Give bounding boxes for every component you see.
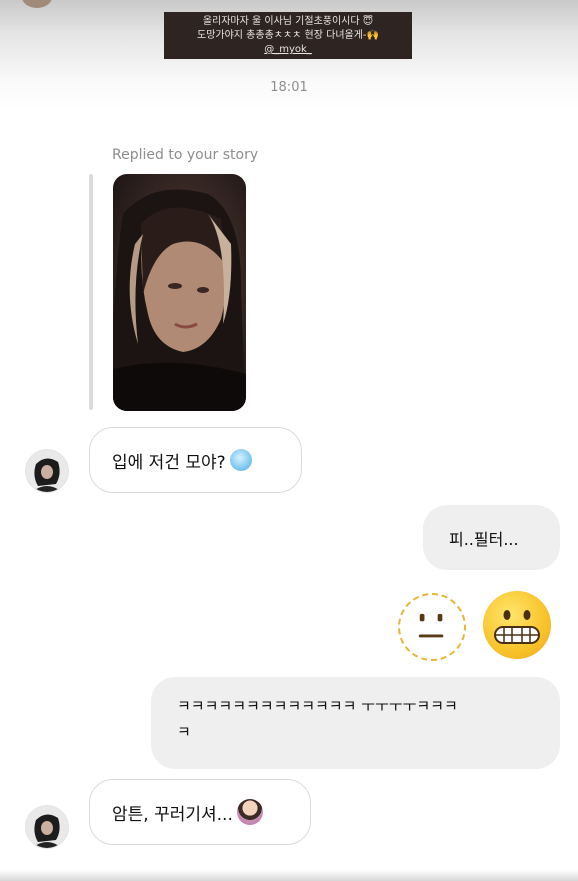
dotted-face-features	[418, 613, 444, 638]
message-text: 암튼, 꾸러기셔...	[112, 804, 233, 825]
reply-quote-bar	[89, 174, 93, 410]
dotted-line-face-emoji-icon[interactable]	[398, 593, 466, 661]
message-bubble-outgoing[interactable]: ㅋㅋㅋㅋㅋㅋㅋㅋㅋㅋㅋㅋㅋ ㅜㅜㅜㅜㅋㅋㅋ ㅋ	[151, 677, 560, 769]
message-text: 입에 저건 모야?	[112, 452, 226, 473]
sender-avatar[interactable]	[25, 449, 69, 493]
sender-avatar[interactable]	[25, 805, 69, 849]
person-tipping-hand-emoji-icon	[236, 799, 263, 825]
message-timestamp: 18:01	[270, 80, 308, 95]
cold-face-emoji-icon	[229, 449, 252, 471]
story-thumbnail[interactable]	[113, 174, 246, 411]
replied-to-story-label: Replied to your story	[112, 147, 259, 163]
story-caption-line-2: 도망가야지 총총총ㅊㅊㅊ 현장 다녀올게-🙌	[197, 30, 379, 41]
message-text-line-2: ㅋ	[177, 723, 191, 741]
story-caption-line-1: 올리자마자 울 이사님 기절초풍이시다 😇	[202, 16, 374, 27]
message-bubble-incoming[interactable]: 입에 저건 모야?	[89, 427, 302, 493]
message-text: 피..필터...	[449, 529, 519, 549]
grimacing-face-emoji-icon[interactable]	[483, 591, 551, 659]
message-text-line-1: ㅋㅋㅋㅋㅋㅋㅋㅋㅋㅋㅋㅋㅋ ㅜㅜㅜㅜㅋㅋㅋ	[177, 697, 458, 715]
story-photo	[113, 189, 246, 411]
avatar-photo	[26, 450, 68, 492]
bottom-fade-bar	[0, 870, 578, 881]
story-caption-box: 올리자마자 울 이사님 기절초풍이시다 😇 도망가야지 총총총ㅊㅊㅊ 현장 다녀…	[164, 12, 412, 59]
avatar-photo	[26, 806, 68, 848]
story-caption-line-3: @_myok_	[264, 44, 312, 55]
grimacing-face-features	[494, 610, 540, 644]
message-bubble-outgoing[interactable]: 피..필터...	[423, 505, 560, 570]
message-bubble-incoming[interactable]: 암튼, 꾸러기셔...	[89, 779, 311, 845]
